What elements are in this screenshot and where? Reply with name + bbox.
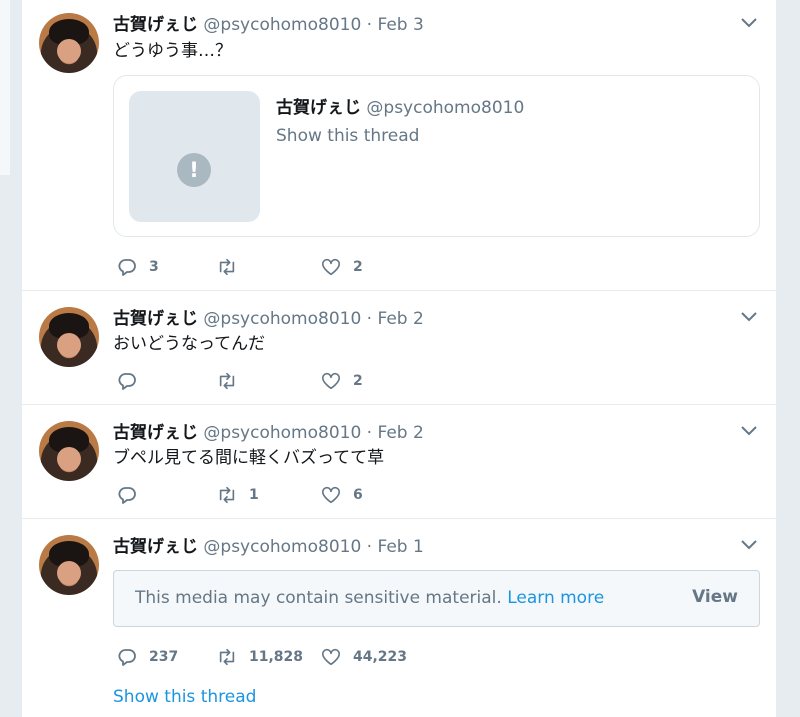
tweet[interactable]: 古賀げぇじ @psycohomo8010 · Feb 1 This media …: [22, 519, 776, 717]
tweet-text: どうゆう事…？: [113, 41, 232, 61]
avatar[interactable]: [39, 535, 99, 595]
background-panel: [0, 0, 11, 175]
tweet-header: 古賀げぇじ @psycohomo8010 · Feb 1: [113, 532, 424, 557]
timestamp[interactable]: Feb 2: [377, 309, 423, 329]
sensitive-message: This media may contain sensitive materia…: [135, 588, 502, 608]
display-name[interactable]: 古賀げぇじ: [113, 15, 198, 35]
like-count: 6: [353, 487, 363, 503]
reply-icon: [118, 487, 136, 504]
timestamp[interactable]: Feb 2: [377, 423, 423, 443]
quoted-tweet-card[interactable]: ! 古賀げぇじ @psycohomo8010 Show this thread: [113, 75, 760, 237]
avatar[interactable]: [39, 307, 99, 367]
reply-button[interactable]: [117, 483, 149, 507]
tweet-header: 古賀げぇじ @psycohomo8010 · Feb 2: [113, 304, 424, 329]
tweet-header: 古賀げぇじ @psycohomo8010 · Feb 2: [113, 418, 424, 443]
like-button[interactable]: 2: [321, 255, 363, 279]
avatar[interactable]: [39, 13, 99, 73]
reply-count: 3: [149, 259, 159, 275]
chevron-down-icon[interactable]: [740, 539, 758, 551]
tweet-actions: 3 2: [117, 255, 537, 279]
chevron-down-icon[interactable]: [740, 311, 758, 323]
tweet-actions: 237 11,828 44,223: [117, 645, 537, 669]
learn-more-link[interactable]: Learn more: [507, 588, 604, 608]
retweet-button[interactable]: 1: [217, 483, 259, 507]
like-button[interactable]: 2: [321, 369, 363, 393]
timeline: 古賀げぇじ @psycohomo8010 · Feb 3 どうゆう事…？ ! 古…: [22, 0, 776, 717]
like-count: 2: [353, 373, 363, 389]
show-thread-link[interactable]: Show this thread: [113, 687, 256, 707]
reply-icon: [118, 373, 136, 390]
quoted-tweet-header: 古賀げぇじ @psycohomo8010: [276, 93, 524, 118]
warning-icon: !: [177, 153, 211, 187]
tweet-actions: 2: [117, 369, 537, 393]
handle[interactable]: @psycohomo8010: [203, 309, 361, 329]
separator: ·: [366, 537, 373, 557]
display-name[interactable]: 古賀げぇじ: [113, 423, 198, 443]
reply-icon: [118, 649, 136, 666]
reply-button[interactable]: [117, 369, 149, 393]
handle[interactable]: @psycohomo8010: [203, 15, 361, 35]
timestamp[interactable]: Feb 1: [377, 537, 423, 557]
tweet-actions: 1 6: [117, 483, 537, 507]
reply-count: 237: [149, 649, 179, 665]
quoted-display-name: 古賀げぇじ: [276, 98, 361, 118]
reply-button[interactable]: 3: [117, 255, 159, 279]
separator: ·: [366, 423, 373, 443]
retweet-icon: [219, 258, 235, 276]
reply-icon: [118, 259, 136, 276]
heart-icon: [322, 258, 340, 276]
retweet-icon: [219, 486, 235, 504]
quoted-handle: @psycohomo8010: [366, 98, 525, 118]
avatar[interactable]: [39, 421, 99, 481]
quoted-media-placeholder: !: [129, 91, 260, 222]
heart-icon: [322, 648, 340, 666]
handle[interactable]: @psycohomo8010: [203, 537, 361, 557]
heart-icon: [322, 486, 340, 504]
separator: ·: [366, 15, 373, 35]
retweet-icon: [219, 372, 235, 390]
tweet[interactable]: 古賀げぇじ @psycohomo8010 · Feb 2 ブペル見てる間に軽くバ…: [22, 405, 776, 519]
timestamp[interactable]: Feb 3: [377, 15, 423, 35]
heart-icon: [322, 372, 340, 390]
view-button[interactable]: View: [692, 587, 738, 607]
retweet-count: 11,828: [249, 649, 304, 665]
retweet-count: 1: [249, 487, 259, 503]
like-button[interactable]: 6: [321, 483, 363, 507]
chevron-down-icon[interactable]: [740, 425, 758, 437]
handle[interactable]: @psycohomo8010: [203, 423, 361, 443]
like-count: 2: [353, 259, 363, 275]
sensitive-media-warning: This media may contain sensitive materia…: [113, 570, 760, 627]
tweet[interactable]: 古賀げぇじ @psycohomo8010 · Feb 3 どうゆう事…？ ! 古…: [22, 0, 776, 291]
chevron-down-icon[interactable]: [740, 17, 758, 29]
display-name[interactable]: 古賀げぇじ: [113, 537, 198, 557]
like-button[interactable]: 44,223: [321, 645, 407, 669]
sensitive-warning-text: This media may contain sensitive materia…: [135, 588, 604, 608]
tweet-header: 古賀げぇじ @psycohomo8010 · Feb 3: [113, 10, 424, 35]
retweet-button[interactable]: [217, 255, 249, 279]
quoted-show-thread-link[interactable]: Show this thread: [276, 126, 419, 146]
tweet-text: ブペル見てる間に軽くバズってて草: [113, 448, 385, 468]
tweet[interactable]: 古賀げぇじ @psycohomo8010 · Feb 2 おいどうなってんだ 2: [22, 291, 776, 405]
display-name[interactable]: 古賀げぇじ: [113, 309, 198, 329]
retweet-icon: [219, 648, 235, 666]
retweet-button[interactable]: [217, 369, 249, 393]
separator: ·: [366, 309, 373, 329]
retweet-button[interactable]: 11,828: [217, 645, 303, 669]
reply-button[interactable]: 237: [117, 645, 178, 669]
tweet-text: おいどうなってんだ: [113, 334, 266, 354]
like-count: 44,223: [353, 649, 408, 665]
